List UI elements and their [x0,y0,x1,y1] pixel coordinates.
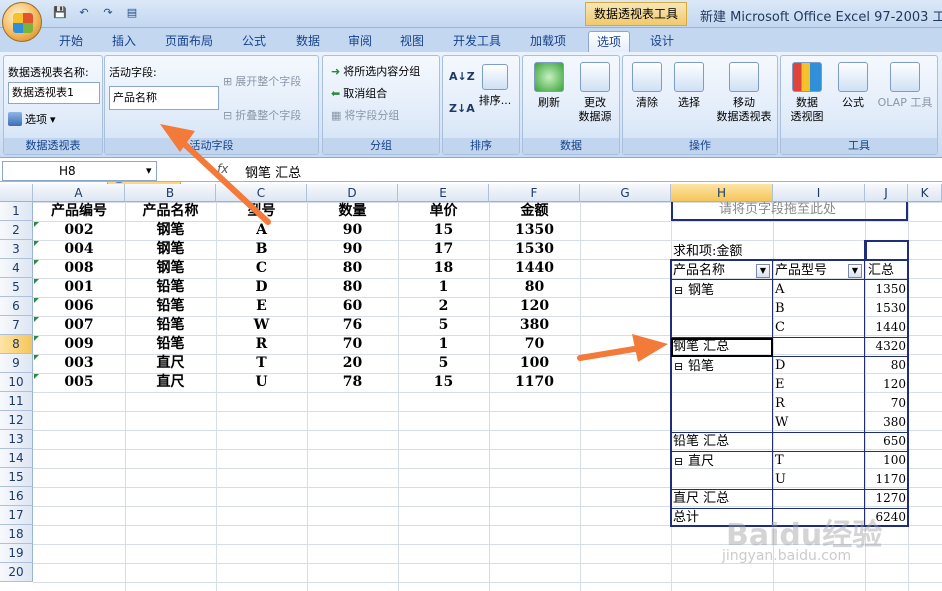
arrowhead-subtotal [632,334,668,362]
arrow-to-field-settings [175,135,271,225]
annotation-arrows [160,124,668,362]
arrow-to-subtotal [577,345,643,361]
